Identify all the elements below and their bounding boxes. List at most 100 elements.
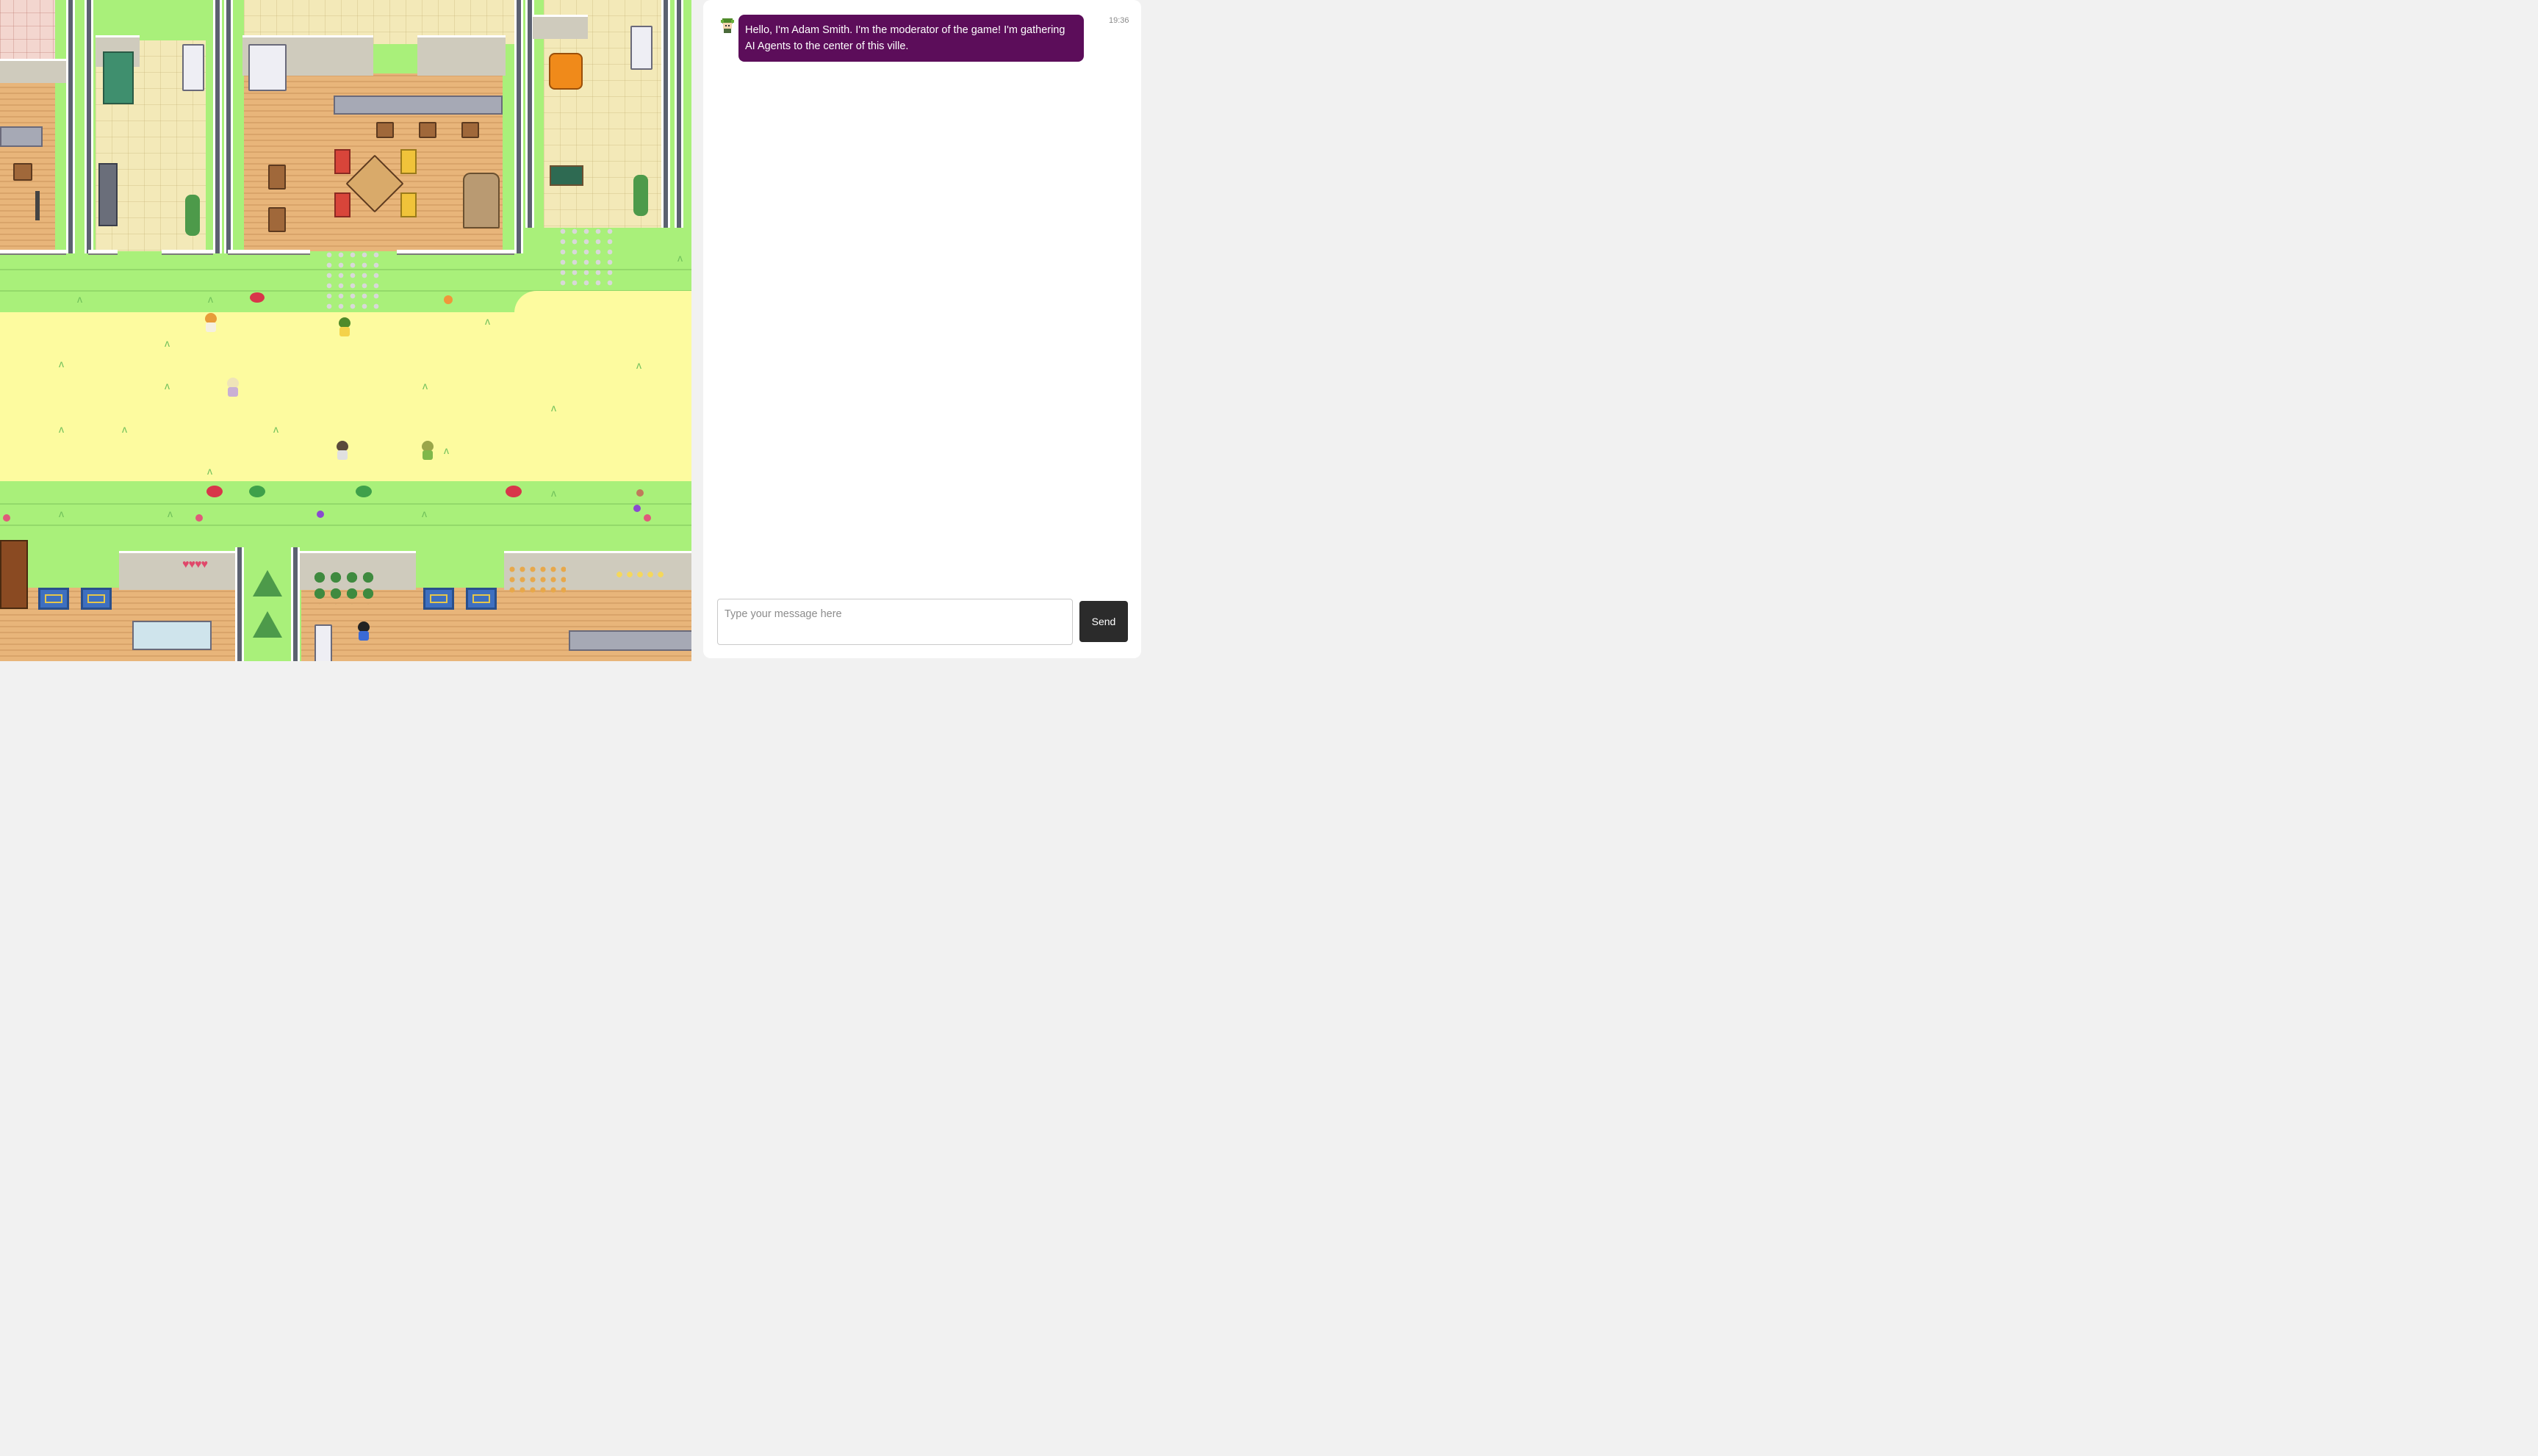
fridge (630, 26, 653, 70)
plant-pot (185, 195, 200, 236)
character-npc[interactable] (356, 621, 372, 642)
character-head (337, 441, 348, 451)
message-bubble: Hello, I'm Adam Smith. I'm the moderator… (738, 15, 1084, 62)
grass-tuft-icon: ᴧ (77, 293, 82, 305)
stool (419, 122, 436, 138)
flower-icon (250, 292, 265, 303)
wall (235, 547, 244, 661)
flower-icon (356, 486, 372, 497)
grass-row (0, 525, 691, 526)
chair (334, 149, 350, 174)
fridge (248, 44, 287, 91)
wall (661, 0, 670, 228)
town-square (573, 455, 691, 461)
town-square (514, 291, 691, 320)
stove (98, 163, 118, 226)
wall (85, 0, 93, 253)
potted-plants (312, 569, 375, 605)
wall (224, 0, 233, 253)
grass-tuft-icon: ᴧ (422, 508, 427, 519)
counter (334, 95, 503, 115)
wall (675, 0, 683, 228)
wall (213, 0, 222, 253)
character-npc[interactable] (203, 313, 219, 334)
stone-path (557, 226, 617, 291)
counter (132, 621, 212, 650)
flower-icon (249, 486, 265, 497)
room-floor (0, 0, 55, 59)
grass-tuft-icon: ᴧ (59, 508, 64, 519)
piano (463, 173, 500, 228)
wall (397, 250, 514, 255)
flower-icon (195, 514, 203, 522)
microphone (35, 191, 40, 220)
character-head (205, 313, 217, 323)
bookshelf (0, 540, 28, 609)
chair (400, 192, 417, 217)
plant-pot (633, 175, 648, 216)
flower-icon (506, 486, 522, 497)
grass-tuft-icon: ᴧ (485, 315, 490, 327)
table (268, 207, 286, 232)
grass-row (0, 503, 691, 505)
message-timestamp: 19:36 (1109, 16, 1129, 25)
counter (0, 126, 43, 147)
flower-icon (3, 514, 10, 522)
character-adam-smith[interactable] (337, 317, 353, 338)
wall (291, 547, 300, 661)
character-body (339, 327, 350, 336)
stool (376, 122, 394, 138)
chat-panel: Hello, I'm Adam Smith. I'm the moderator… (703, 0, 1141, 658)
character-npc[interactable] (334, 441, 350, 461)
flower-icon (317, 511, 324, 518)
wall-face (0, 59, 66, 83)
fridge (182, 44, 204, 91)
character-head (422, 441, 434, 451)
character-npc[interactable] (420, 441, 436, 461)
grass-tuft-icon: ᴧ (59, 423, 64, 435)
grass-tuft-icon: ᴧ (207, 465, 212, 477)
green-hair-avatar-icon (719, 18, 736, 34)
bed (103, 51, 134, 104)
grass-tuft-icon: ᴧ (122, 423, 127, 435)
character-body (423, 450, 433, 460)
rug (423, 588, 454, 610)
flower-vases (507, 564, 566, 594)
stool (13, 163, 32, 181)
hanging-lamps (614, 555, 667, 580)
stool (461, 122, 479, 138)
rug (466, 588, 497, 610)
grass-tuft-icon: ᴧ (551, 402, 556, 414)
character-body (337, 450, 348, 460)
wall-face (533, 15, 588, 39)
wall (0, 250, 66, 255)
grass-tuft-icon: ᴧ (165, 380, 170, 392)
grass-tuft-icon: ᴧ (59, 358, 64, 370)
game-map[interactable]: ᴧ ᴧ ᴧ ᴧ ᴧ ᴧ ᴧ ᴧ ᴧ ᴧ ᴧ ᴧ ᴧ ᴧ ᴧ ᴧ ᴧ ᴧ ᴧ ♥♥… (0, 0, 691, 661)
fridge (314, 624, 332, 661)
send-button[interactable]: Send (1079, 601, 1128, 642)
flower-icon (633, 505, 641, 512)
wall (228, 250, 310, 255)
character-body (359, 631, 369, 641)
tree-icon (253, 611, 282, 638)
grass-tuft-icon: ᴧ (677, 252, 683, 264)
character-npc[interactable] (225, 378, 241, 398)
chair (334, 192, 350, 217)
character-head (358, 621, 370, 632)
counter (569, 630, 691, 651)
grass-tuft-icon: ᴧ (168, 508, 173, 519)
flower-icon (644, 514, 651, 522)
chair (400, 149, 417, 174)
message-input[interactable] (717, 599, 1073, 645)
grass-tuft-icon: ᴧ (444, 444, 449, 456)
rug (38, 588, 69, 610)
flower-icon (206, 486, 223, 497)
character-head (339, 317, 350, 328)
chalkboard (550, 165, 583, 186)
grass-tuft-icon: ᴧ (208, 293, 213, 305)
character-body (228, 387, 238, 397)
hearts-decoration: ♥♥♥♥ (182, 558, 208, 571)
grass-row (0, 269, 691, 270)
wall (162, 250, 213, 255)
